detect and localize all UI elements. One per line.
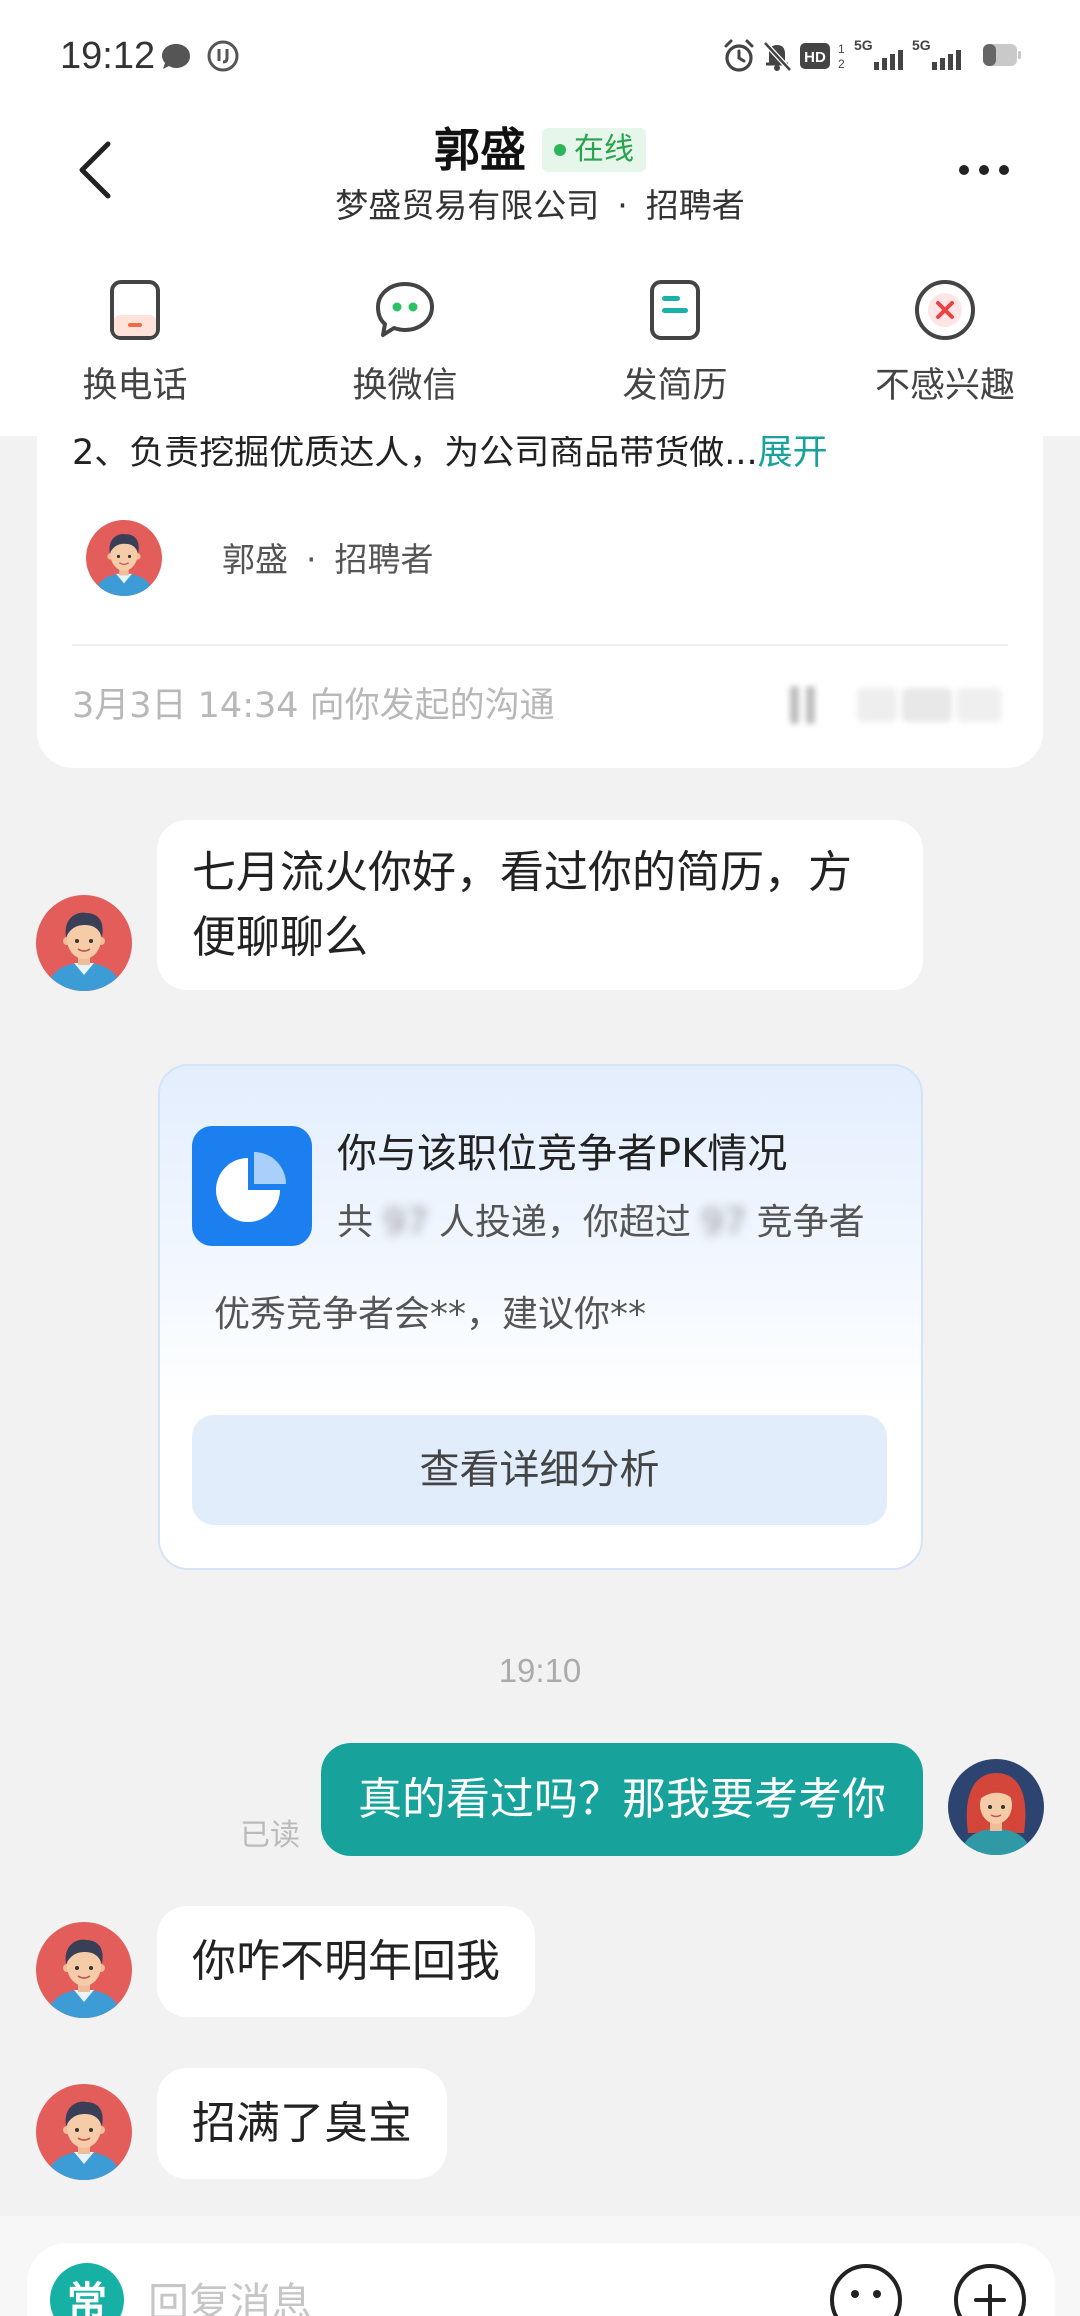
competitor-pk-card[interactable]: 你与该职位竞争者PK情况 共 97 人投递，你超过 97 竞争者 优秀竞争者会**，建议… (158, 1064, 923, 1570)
hd-label: HD (804, 49, 826, 66)
blurred-status-indicator (790, 686, 1002, 724)
title-row: 郭盛 在线 (0, 120, 1080, 180)
read-status: 已读 (240, 1818, 300, 1853)
message-timestamp: 19:10 (498, 1652, 582, 1689)
action-row: 换电话 换微信 发简历 不感兴趣 (0, 275, 1080, 415)
action-send-resume[interactable]: 发简历 (540, 275, 810, 415)
chat-header: 19:12 HD 1 2 5G 5G 郭盛 在线 梦盛贸易有限公司 · 招聘者 … (0, 0, 1080, 436)
avatar[interactable] (86, 520, 162, 596)
signal-icon: 5G (912, 37, 961, 70)
applicant-count: 97 (383, 1202, 429, 1243)
action-label: 换微信 (352, 366, 458, 406)
message-input-container[interactable]: 常 回复消息 (27, 2243, 1055, 2316)
contact-name[interactable]: 郭盛 (434, 120, 526, 180)
beaten-count: 97 (700, 1202, 747, 1243)
recruiter-avatar-icon (86, 520, 162, 596)
phone-swap-icon (110, 280, 160, 340)
card-divider (72, 644, 1008, 646)
avatar[interactable] (36, 895, 132, 991)
hd-icon: HD 1 2 (800, 42, 845, 71)
action-not-interested[interactable]: 不感兴趣 (810, 275, 1080, 415)
message-bubble-incoming[interactable]: 七月流火你好，看过你的简历，方便聊聊么 (157, 820, 923, 990)
pk-prefix: 共 (337, 1202, 374, 1243)
online-status: 在线 (574, 132, 634, 167)
avatar[interactable] (36, 1922, 132, 2018)
pk-title: 你与该职位竞争者PK情况 (337, 1131, 788, 1177)
emoji-icon[interactable] (828, 2262, 904, 2316)
recruiter-avatar-icon (36, 895, 132, 991)
common-phrases-label: 常 (67, 2279, 107, 2316)
recruiter-avatar-icon (36, 1922, 132, 2018)
avatar[interactable] (36, 2084, 132, 2180)
alarm-icon (724, 39, 754, 72)
recruiter-avatar-icon (36, 2084, 132, 2180)
action-swap-wechat[interactable]: 换微信 (270, 275, 540, 415)
mute-icon (763, 41, 792, 72)
pk-summary: 共 97 人投递，你超过 97 竞争者 (337, 1201, 865, 1245)
pie-chart-icon (192, 1126, 312, 1246)
pk-middle: 人投递，你超过 (438, 1202, 691, 1243)
recruiter-role: 招聘者 (334, 540, 434, 579)
message-bubble-incoming[interactable]: 招满了臭宝 (157, 2068, 447, 2179)
plus-icon[interactable] (952, 2262, 1028, 2316)
chat-screen: 19:12 HD 1 2 5G 5G 郭盛 在线 梦盛贸易有限公司 · 招聘者 … (0, 0, 1080, 2316)
company-name: 梦盛贸易有限公司 (335, 186, 600, 225)
message-bubble-incoming[interactable]: 你咋不明年回我 (157, 1906, 535, 2017)
expand-link[interactable]: 展开 (758, 433, 828, 473)
action-swap-phone[interactable]: 换电话 (0, 275, 270, 415)
conversation-start-note: 3月3日 14:34 向你发起的沟通 (72, 686, 555, 726)
user-avatar-icon (948, 1759, 1044, 1855)
network-label-1: 5G (854, 37, 873, 53)
action-label: 不感兴趣 (874, 366, 1015, 406)
contact-role: 招聘者 (645, 186, 745, 225)
subtitle-separator: · (617, 186, 628, 225)
input-bar: 常 回复消息 (0, 2216, 1080, 2316)
network-label-2: 5G (912, 37, 931, 53)
avatar[interactable] (948, 1759, 1044, 1855)
message-input[interactable]: 回复消息 (148, 2276, 312, 2316)
hd-sim-top: 1 (838, 42, 845, 56)
job-description-text: 2、负责挖掘优质达人，为公司商品带货做... (72, 433, 758, 473)
not-interested-icon (915, 280, 975, 340)
battery-icon (983, 44, 1021, 66)
common-phrases-button[interactable]: 常 (49, 2262, 125, 2316)
app-notification-icon (207, 40, 239, 72)
recruiter-line: 郭盛 · 招聘者 (222, 538, 434, 582)
recruiter-separator: · (306, 540, 317, 579)
recruiter-name: 郭盛 (222, 540, 288, 579)
message-bubble-icon (162, 44, 190, 69)
contact-subtitle: 梦盛贸易有限公司 · 招聘者 (0, 183, 1080, 229)
send-resume-icon (650, 280, 700, 340)
wechat-swap-icon (376, 282, 434, 337)
action-label: 换电话 (82, 366, 188, 406)
online-badge: 在线 (542, 128, 646, 172)
hd-sim-bottom: 2 (838, 57, 845, 71)
pk-hint: 优秀竞争者会**，建议你** (214, 1294, 647, 1335)
signal-icon: 5G (854, 37, 903, 70)
message-bubble-outgoing[interactable]: 真的看过吗？那我要考考你 (321, 1743, 923, 1856)
more-icon[interactable] (954, 160, 1014, 180)
status-time: 19:12 (60, 35, 156, 77)
view-analysis-button[interactable]: 查看详细分析 (192, 1415, 887, 1525)
online-dot (554, 144, 566, 156)
pk-suffix: 竞争者 (756, 1202, 865, 1243)
action-label: 发简历 (622, 366, 728, 406)
